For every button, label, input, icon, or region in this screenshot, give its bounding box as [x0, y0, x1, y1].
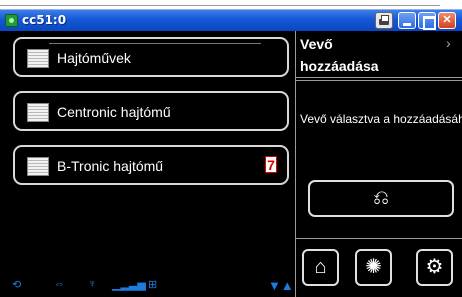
panel-title: Vevő hozzáadása: [300, 33, 420, 77]
minimize-button[interactable]: [398, 12, 416, 29]
panel-rule-top: [296, 77, 462, 78]
window-title: cc51:0: [22, 13, 67, 27]
back-button[interactable]: ⎌: [308, 180, 454, 217]
blind-icon: [27, 103, 49, 122]
panel-title-line2: hozzáadása: [300, 58, 379, 74]
blind-icon: [27, 157, 49, 176]
back-arrow-icon: ⎌: [373, 187, 389, 209]
list-item-label: Centronic hajtómű: [57, 104, 171, 120]
content-area: Hajtóművek Centronic hajtómű B-Tronic ha…: [0, 31, 462, 297]
device-list: Hajtóművek Centronic hajtómű B-Tronic ha…: [3, 31, 296, 297]
list-item-label: B-Tronic hajtómű: [57, 158, 164, 174]
detail-panel: Vevő hozzáadása › Vevő választva a hozzá…: [296, 31, 462, 297]
settings-wheel-button[interactable]: ✺: [355, 249, 392, 286]
app-window: cc51:0 ✕ Hajtóművek Centronic hajtómű B-…: [0, 9, 462, 297]
list-item-centronic[interactable]: Centronic hajtómű: [13, 91, 289, 131]
count-badge: 7: [265, 156, 277, 173]
triangles-icon[interactable]: ▼▲: [268, 278, 294, 293]
panel-description: Vevő választva a hozzáadásához: [300, 112, 462, 126]
home-button[interactable]: ⌂: [302, 249, 339, 286]
maximize-button[interactable]: [418, 12, 436, 30]
app-icon: [5, 14, 18, 27]
list-item-hajtomuvek[interactable]: Hajtóművek: [13, 37, 289, 77]
wheel-icon: ✺: [365, 256, 382, 278]
home-icon: ⌂: [314, 256, 327, 278]
status-bar: ⟲ ⇔ ♆ ▁▂▃▅ ⊞ ▼▲: [6, 276, 296, 296]
gears-icon: ⚙: [425, 256, 444, 278]
bars-icon: ▁▂▃▅: [112, 279, 146, 291]
chevron-right-icon[interactable]: ›: [446, 35, 451, 51]
top-strip: [0, 0, 462, 9]
top-rule: [0, 5, 440, 6]
antenna-icon: ♆: [88, 278, 97, 290]
panel-rule-bottom: [296, 238, 462, 239]
signal-icon: ⟲: [12, 279, 22, 291]
network-icon: ⊞: [148, 279, 158, 291]
print-icon[interactable]: [375, 12, 393, 29]
settings-button[interactable]: ⚙: [416, 249, 453, 286]
panel-title-line1: Vevő: [300, 36, 333, 52]
link-icon: ⇔: [54, 278, 65, 290]
list-item-label: Hajtóművek: [57, 50, 131, 66]
item-separator: [49, 43, 261, 44]
list-item-btronic[interactable]: B-Tronic hajtómű 7: [13, 145, 289, 185]
title-bar: cc51:0 ✕: [0, 9, 462, 31]
close-button[interactable]: ✕: [438, 12, 456, 29]
panel-rule-top2: [296, 80, 462, 81]
blind-icon: [27, 49, 49, 68]
